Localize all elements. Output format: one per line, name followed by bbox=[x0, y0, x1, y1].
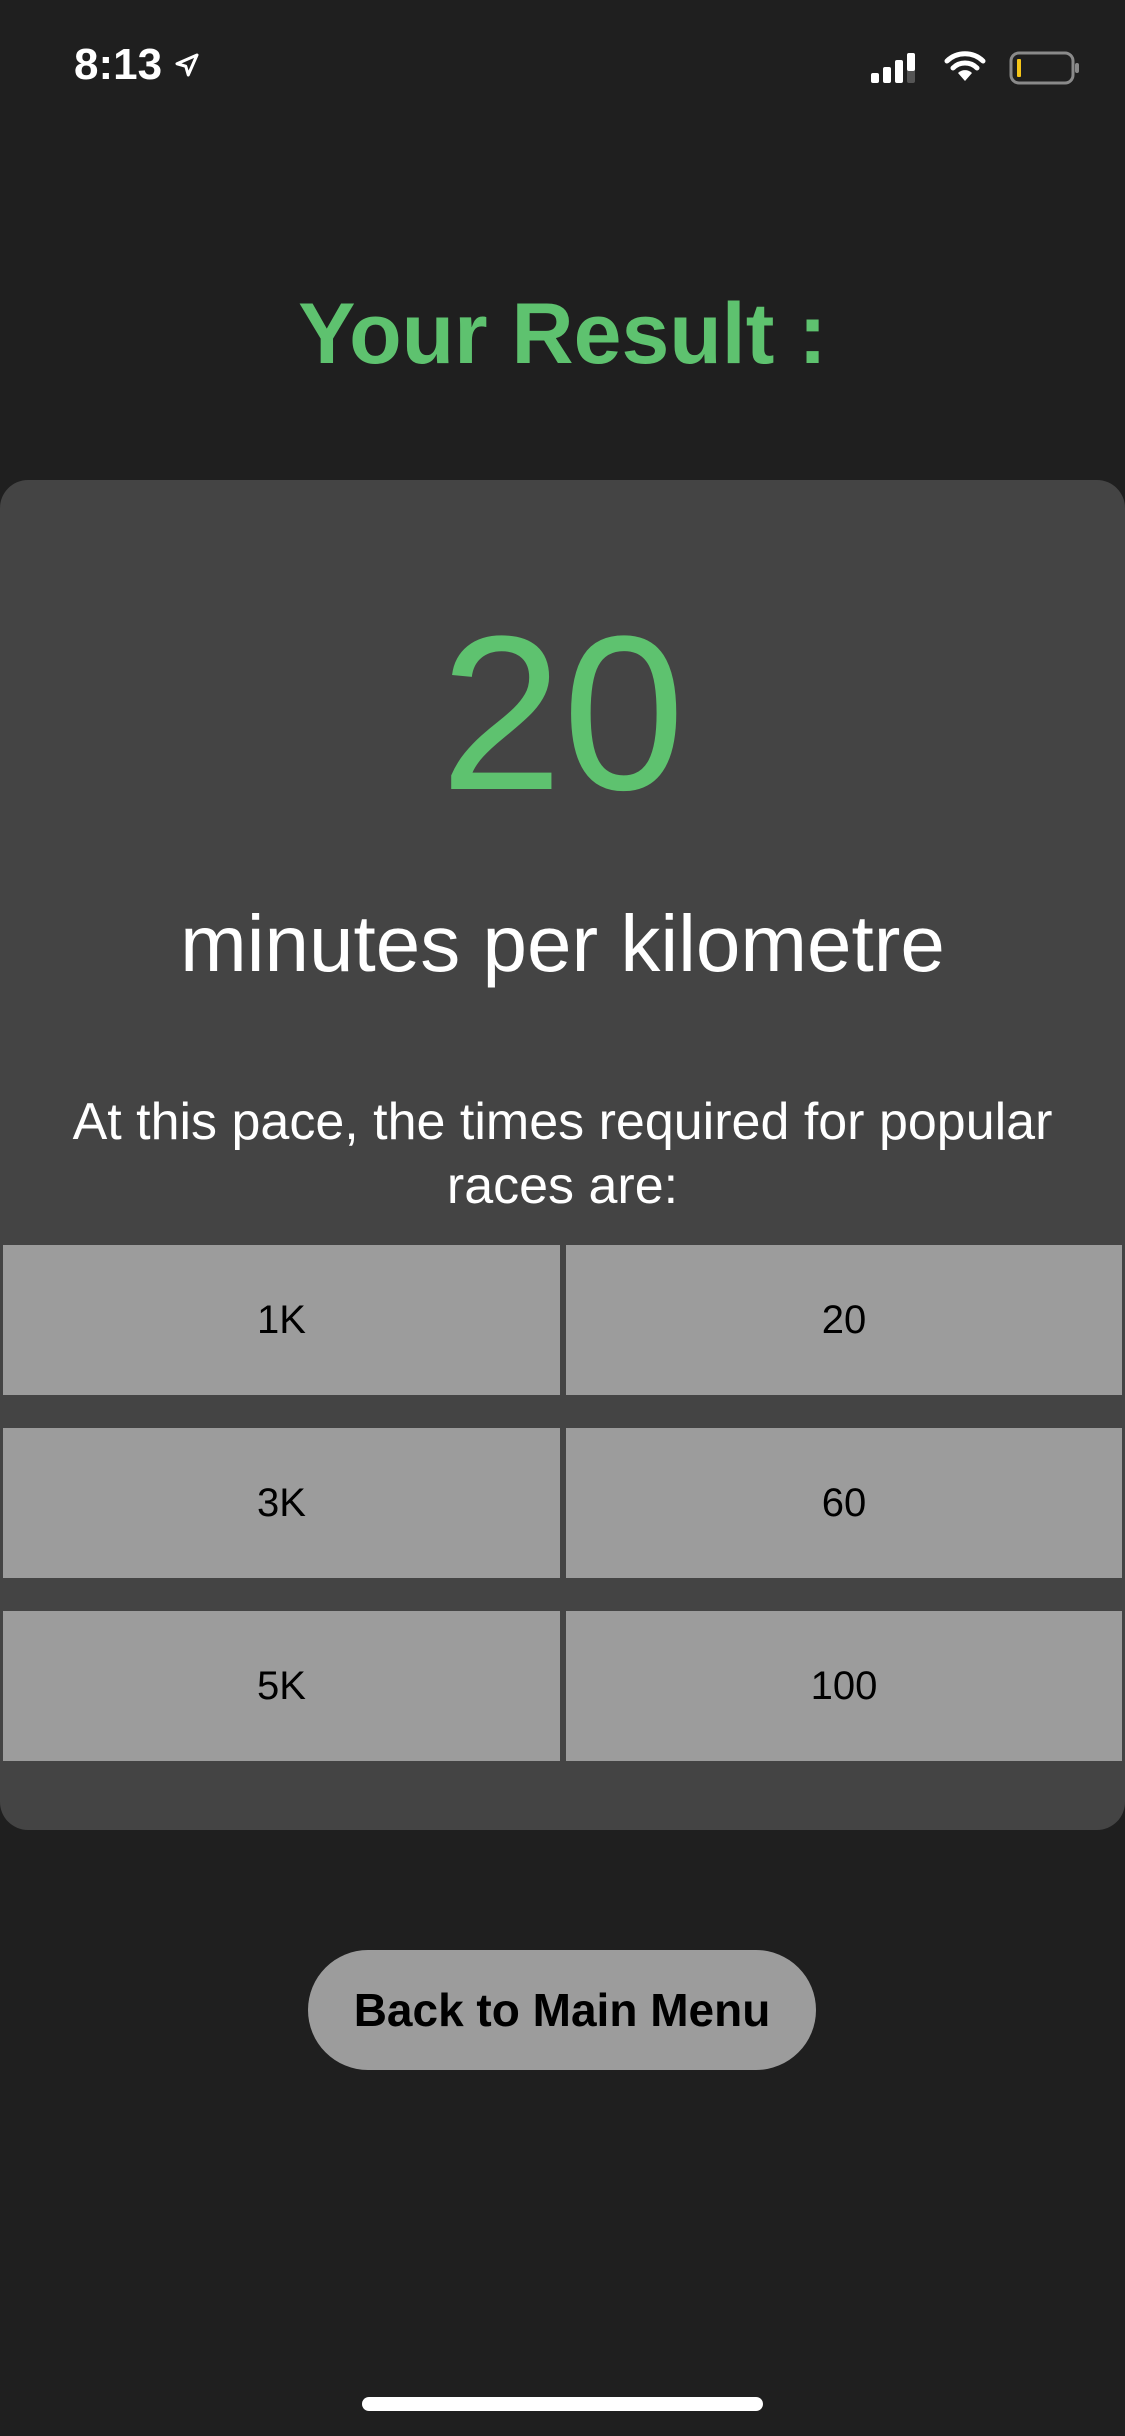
race-row: 5K 100 bbox=[0, 1611, 1125, 1761]
page-title: Your Result : bbox=[298, 286, 827, 382]
race-time-cell: 20 bbox=[566, 1245, 1122, 1395]
pace-unit: minutes per kilometre bbox=[180, 899, 945, 988]
race-distance-cell: 1K bbox=[3, 1245, 560, 1395]
status-bar: 8:13 bbox=[0, 0, 1125, 135]
status-time-text: 8:13 bbox=[74, 40, 163, 89]
back-to-main-menu-button[interactable]: Back to Main Menu bbox=[308, 1950, 816, 2070]
result-card: 20 minutes per kilometre At this pace, t… bbox=[0, 480, 1125, 1830]
race-distance-cell: 3K bbox=[3, 1428, 560, 1578]
location-arrow-icon bbox=[175, 53, 199, 77]
status-time: 8:13 bbox=[74, 40, 202, 90]
race-row: 3K 60 bbox=[0, 1428, 1125, 1578]
status-icons bbox=[871, 50, 1081, 86]
cellular-signal-icon bbox=[871, 53, 915, 83]
race-distance-cell: 5K bbox=[3, 1611, 560, 1761]
races-intro: At this pace, the times required for pop… bbox=[72, 1093, 1053, 1215]
home-indicator[interactable] bbox=[362, 2397, 763, 2411]
race-row: 1K 20 bbox=[0, 1245, 1125, 1395]
wifi-icon bbox=[944, 51, 986, 81]
race-time-cell: 100 bbox=[566, 1611, 1122, 1761]
battery-icon bbox=[1009, 51, 1079, 85]
pace-value: 20 bbox=[440, 590, 685, 836]
race-time-cell: 60 bbox=[566, 1428, 1122, 1578]
